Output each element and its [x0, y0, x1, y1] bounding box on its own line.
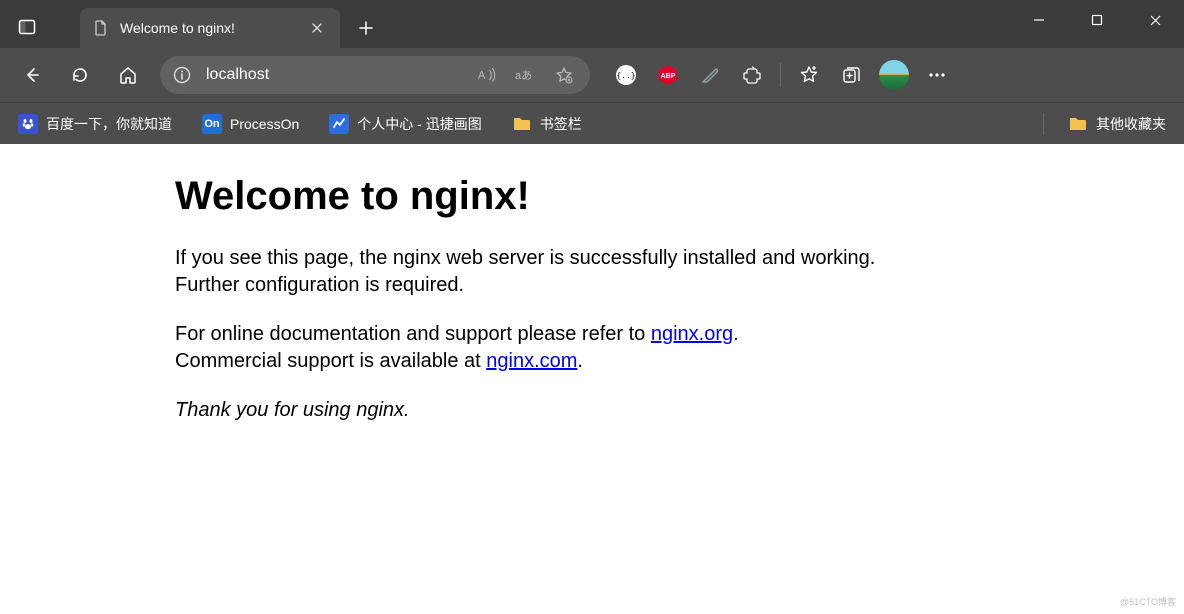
bookmark-xunjie[interactable]: 个人中心 - 迅捷画图 — [323, 110, 487, 138]
processon-icon: On — [202, 114, 222, 134]
page-thanks: Thank you for using nginx. — [175, 397, 935, 424]
extension-json-icon[interactable]: {..} — [606, 55, 646, 95]
browser-tab-active[interactable]: Welcome to nginx! — [80, 8, 340, 48]
settings-menu-button[interactable] — [917, 55, 957, 95]
minimize-button[interactable] — [1010, 0, 1068, 40]
close-window-button[interactable] — [1126, 0, 1184, 40]
url-input[interactable] — [206, 66, 460, 84]
bookmark-label: ProcessOn — [230, 116, 299, 132]
folder-icon — [1068, 114, 1088, 134]
page-viewport[interactable]: Welcome to nginx! If you see this page, … — [0, 144, 1184, 614]
page-heading: Welcome to nginx! — [175, 174, 935, 219]
text: . — [577, 350, 583, 372]
bookmark-label: 书签栏 — [540, 114, 582, 134]
translate-icon[interactable]: aあ — [508, 60, 544, 90]
bookmark-label: 其他收藏夹 — [1096, 114, 1166, 134]
toolbar: A aあ {..} ABP — [0, 48, 1184, 102]
toolbar-divider — [780, 63, 781, 87]
link-nginx-com[interactable]: nginx.com — [486, 350, 577, 372]
site-info-icon[interactable] — [168, 61, 196, 89]
extension-feather-icon[interactable] — [690, 55, 730, 95]
window-controls — [1010, 0, 1184, 48]
bookmark-label: 个人中心 - 迅捷画图 — [357, 114, 481, 134]
text: Commercial support is available at — [175, 350, 486, 372]
page-icon — [92, 19, 110, 37]
favorite-icon[interactable] — [546, 60, 582, 90]
text: . — [733, 323, 739, 345]
page-paragraph: If you see this page, the nginx web serv… — [175, 245, 935, 299]
tab-title: Welcome to nginx! — [120, 20, 296, 36]
read-aloud-icon[interactable]: A — [470, 60, 506, 90]
svg-text:A: A — [478, 70, 486, 82]
favorites-button[interactable] — [789, 55, 829, 95]
bookmarks-bar: 百度一下，你就知道 On ProcessOn 个人中心 - 迅捷画图 书签栏 其… — [0, 102, 1184, 144]
address-actions: A aあ — [470, 60, 582, 90]
svg-text:aあ: aあ — [515, 69, 532, 82]
baidu-icon — [18, 114, 38, 134]
thanks-text: Thank you for using nginx. — [175, 399, 410, 421]
link-nginx-org[interactable]: nginx.org — [651, 323, 733, 345]
text: For online documentation and support ple… — [175, 323, 651, 345]
tab-actions-button[interactable] — [10, 10, 44, 44]
tab-close-button[interactable] — [306, 17, 328, 39]
extension-abp-icon[interactable]: ABP — [648, 55, 688, 95]
maximize-button[interactable] — [1068, 0, 1126, 40]
profile-avatar[interactable] — [879, 60, 909, 90]
bookmark-processon[interactable]: On ProcessOn — [196, 110, 305, 138]
home-button[interactable] — [106, 55, 150, 95]
new-tab-button[interactable] — [348, 10, 384, 46]
bookmark-folder[interactable]: 书签栏 — [506, 110, 588, 138]
svg-text:ABP: ABP — [661, 73, 676, 80]
titlebar: Welcome to nginx! — [0, 0, 1184, 48]
folder-icon — [512, 114, 532, 134]
bookmark-baidu[interactable]: 百度一下，你就知道 — [12, 110, 178, 138]
bookmark-other-folder[interactable]: 其他收藏夹 — [1062, 110, 1172, 138]
page-content: Welcome to nginx! If you see this page, … — [175, 144, 935, 424]
xunjie-icon — [329, 114, 349, 134]
back-button[interactable] — [10, 55, 54, 95]
bookmarks-divider — [1043, 113, 1044, 135]
address-bar[interactable]: A aあ — [160, 56, 590, 94]
watermark: @51CTO博客 — [1120, 595, 1176, 608]
bookmark-label: 百度一下，你就知道 — [46, 114, 172, 134]
refresh-button[interactable] — [58, 55, 102, 95]
collections-button[interactable] — [831, 55, 871, 95]
extensions-menu-icon[interactable] — [732, 55, 772, 95]
svg-text:{..}: {..} — [616, 71, 635, 80]
extensions: {..} ABP — [606, 55, 957, 95]
page-paragraph: For online documentation and support ple… — [175, 321, 935, 375]
